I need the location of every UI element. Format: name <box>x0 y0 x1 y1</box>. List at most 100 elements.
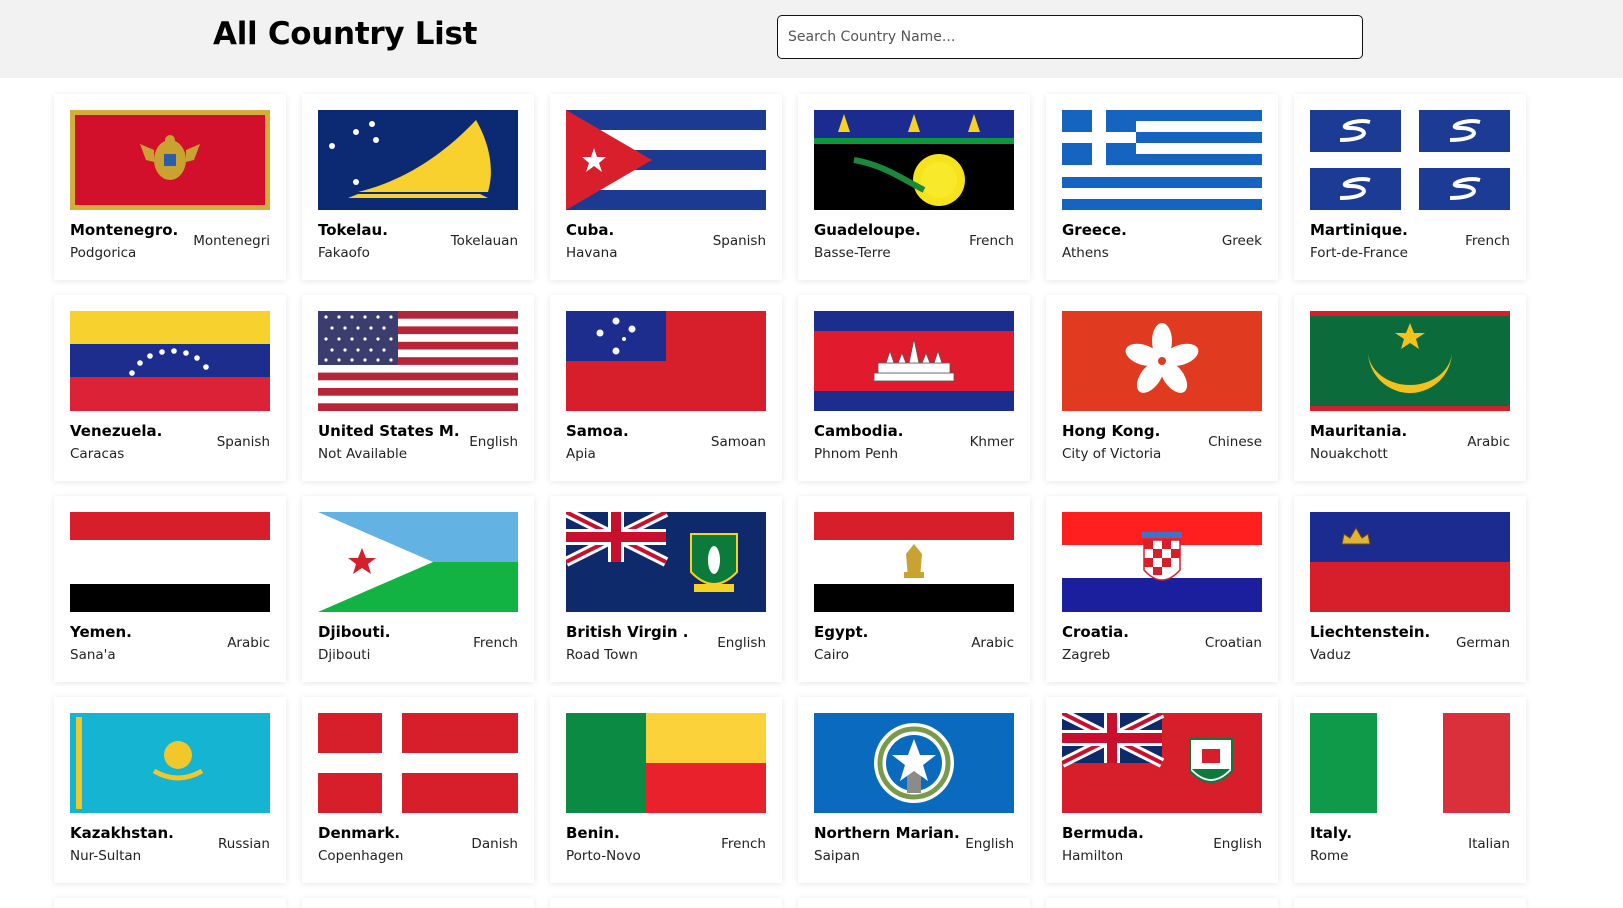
country-card[interactable] <box>798 898 1030 908</box>
country-capital: Djibouti <box>318 647 371 663</box>
country-capital: Basse-Terre <box>814 245 891 261</box>
country-card[interactable]: Djibouti. Djibouti French <box>302 496 534 682</box>
country-language: Greek <box>1221 233 1262 249</box>
venezuela-flag-icon <box>70 311 270 411</box>
country-card[interactable]: Hong Kong. City of Victoria Chinese <box>1046 295 1278 481</box>
egypt-flag-icon <box>814 512 1014 612</box>
country-name: Italy. <box>1310 824 1353 842</box>
country-card[interactable]: Cambodia. Phnom Penh Khmer <box>798 295 1030 481</box>
tokelau-flag-icon <box>318 110 518 210</box>
country-name: Mauritania. <box>1310 422 1408 440</box>
country-card[interactable]: Italy. Rome Italian <box>1294 697 1526 883</box>
country-card[interactable] <box>1046 898 1278 908</box>
benin-flag-icon <box>566 713 766 813</box>
country-name: Cambodia. <box>814 422 904 440</box>
country-card[interactable] <box>1294 898 1526 908</box>
country-language: German <box>1455 635 1510 651</box>
country-card[interactable]: Montenegro. Podgorica Montenegri <box>54 94 286 280</box>
country-capital: Fakaofo <box>318 245 370 261</box>
country-name: Benin. <box>566 824 620 842</box>
country-card[interactable]: United States M. Not Available English <box>302 295 534 481</box>
country-capital: Caracas <box>70 446 125 462</box>
country-name: Cuba. <box>566 221 615 239</box>
country-card[interactable]: Cuba. Havana Spanish <box>550 94 782 280</box>
country-capital: Apia <box>566 446 596 462</box>
country-name: Yemen. <box>70 623 132 641</box>
country-capital: Copenhagen <box>318 848 404 864</box>
country-language: French <box>1465 233 1510 249</box>
croatia-flag-icon <box>1062 512 1262 612</box>
liechtenstein-flag-icon <box>1310 512 1510 612</box>
country-language: French <box>969 233 1014 249</box>
country-name: Liechtenstein. <box>1310 623 1431 641</box>
country-card[interactable]: Yemen. Sana'a Arabic <box>54 496 286 682</box>
country-capital: Podgorica <box>70 245 137 261</box>
country-card[interactable]: Kazakhstan. Nur-Sultan Russian <box>54 697 286 883</box>
country-card[interactable] <box>550 898 782 908</box>
country-card[interactable]: Greece. Athens Greek <box>1046 94 1278 280</box>
country-language: Khmer <box>969 434 1014 450</box>
country-name: Bermuda. <box>1062 824 1144 842</box>
country-card[interactable]: Mauritania. Nouakchott Arabic <box>1294 295 1526 481</box>
country-card[interactable]: Tokelau. Fakaofo Tokelauan <box>302 94 534 280</box>
country-card[interactable] <box>302 898 534 908</box>
country-language: Montenegri <box>193 233 270 249</box>
country-name: Denmark. <box>318 824 401 842</box>
northern-mariana-islands-flag-icon <box>814 713 1014 813</box>
us-flag-icon <box>318 311 518 411</box>
country-card[interactable]: Samoa. Apia Samoan <box>550 295 782 481</box>
country-name: United States M. <box>318 422 460 440</box>
country-capital: Athens <box>1062 245 1109 261</box>
country-language: English <box>1213 836 1262 852</box>
country-language: Danish <box>471 836 518 852</box>
country-capital: Not Available <box>318 446 408 462</box>
country-capital: City of Victoria <box>1062 446 1162 462</box>
country-language: Arabic <box>971 635 1014 651</box>
country-card[interactable]: Egypt. Cairo Arabic <box>798 496 1030 682</box>
country-card[interactable]: Northern Marian. Saipan English <box>798 697 1030 883</box>
country-capital: Cairo <box>814 647 849 663</box>
country-capital: Sana'a <box>70 647 116 663</box>
hong-kong-flag-icon <box>1062 311 1262 411</box>
country-language: Tokelauan <box>450 233 518 249</box>
country-card[interactable]: Liechtenstein. Vaduz German <box>1294 496 1526 682</box>
country-capital: Fort-de-France <box>1310 245 1408 261</box>
country-card[interactable]: Denmark. Copenhagen Danish <box>302 697 534 883</box>
country-name: Greece. <box>1062 221 1127 239</box>
country-language: English <box>717 635 766 651</box>
country-name: Egypt. <box>814 623 869 641</box>
country-language: Spanish <box>216 434 270 450</box>
country-capital: Rome <box>1310 848 1349 864</box>
country-name: Croatia. <box>1062 623 1129 641</box>
country-language: Spanish <box>712 233 766 249</box>
country-name: British Virgin . <box>566 623 689 641</box>
montenegro-flag-icon <box>70 110 270 210</box>
country-name: Tokelau. <box>318 221 388 239</box>
country-language: Russian <box>218 836 270 852</box>
country-card[interactable]: British Virgin . Road Town English <box>550 496 782 682</box>
country-card[interactable] <box>54 898 286 908</box>
country-card[interactable]: Venezuela. Caracas Spanish <box>54 295 286 481</box>
country-language: Italian <box>1468 836 1510 852</box>
country-card[interactable]: Benin. Porto-Novo French <box>550 697 782 883</box>
cambodia-flag-icon <box>814 311 1014 411</box>
country-capital: Porto-Novo <box>566 848 641 864</box>
country-card[interactable]: Guadeloupe. Basse-Terre French <box>798 94 1030 280</box>
country-language: Arabic <box>1467 434 1510 450</box>
country-grid: Montenegro. Podgorica Montenegri Tokelau. Fa… <box>0 0 1623 908</box>
yemen-flag-icon <box>70 512 270 612</box>
denmark-flag-icon <box>318 713 518 813</box>
country-card[interactable]: Martinique. Fort-de-France French <box>1294 94 1526 280</box>
country-name: Kazakhstan. <box>70 824 174 842</box>
country-name: Martinique. <box>1310 221 1408 239</box>
martinique-flag-icon <box>1310 110 1510 210</box>
country-language: Croatian <box>1204 635 1262 651</box>
country-language: English <box>469 434 518 450</box>
country-card[interactable]: Bermuda. Hamilton English <box>1046 697 1278 883</box>
country-name: Hong Kong. <box>1062 422 1161 440</box>
country-capital: Nur-Sultan <box>70 848 142 864</box>
country-language: Chinese <box>1208 434 1262 450</box>
country-language: Samoan <box>710 434 766 450</box>
country-language: Arabic <box>227 635 270 651</box>
country-card[interactable]: Croatia. Zagreb Croatian <box>1046 496 1278 682</box>
